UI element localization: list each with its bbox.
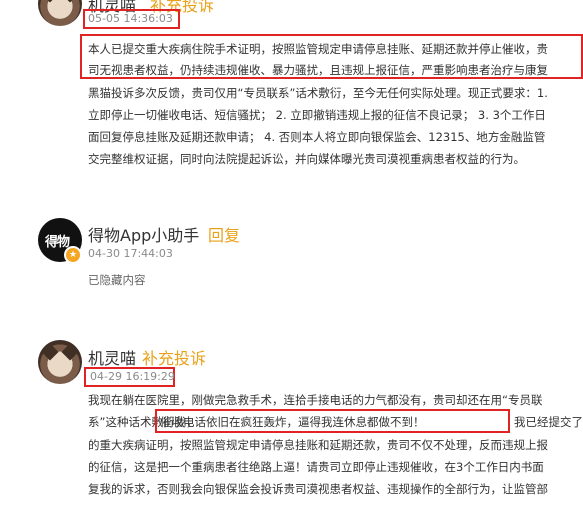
comment-line: 立即停止一切催收电话、短信骚扰； 2. 立即撤销违规上报的征信不良记录； 3. … bbox=[88, 108, 546, 122]
complaint-tag: 补充投诉 bbox=[142, 349, 207, 368]
username[interactable]: 得物App小助手 bbox=[88, 222, 199, 246]
comment-line: 本人已提交重大疾病住院手术证明，按照监管规定申请停息挂账、延期还款并停止催收，贵 bbox=[88, 42, 548, 56]
comment-line: 交完整维权证据，同时向法院提起诉讼，并向媒体曝光贵司漠视重病患者权益的行为。 bbox=[88, 152, 525, 166]
verified-badge-icon: ★ bbox=[64, 246, 82, 264]
hidden-content: 已隐藏内容 bbox=[88, 273, 146, 287]
timestamp: 04-30 17:44:03 bbox=[88, 247, 173, 260]
highlighted-text: 催收电话依旧在疯狂轰炸，逼得我连休息都做不到！ bbox=[160, 415, 425, 429]
timestamp: 04-29 16:19:29 bbox=[90, 370, 175, 383]
comment-line: 黑猫投诉多次反馈，贵司仅用“专员联系”话术敷衍，至今无任何实际处理。现正式要求：… bbox=[88, 86, 548, 100]
comment-line: 我已经提交了 bbox=[514, 415, 583, 429]
avatar[interactable] bbox=[38, 0, 82, 26]
username[interactable]: 机灵喵 bbox=[88, 345, 136, 369]
comment-line: 复我的诉求，否则我会向银保监会投诉贵司漠视患者权益、违规操作的全部行为，让监管部 bbox=[88, 482, 548, 496]
comment-line: 面回复停息挂账及延期还款申请； 4. 否则本人将立即向银保监会、12315、地方… bbox=[88, 130, 546, 144]
avatar[interactable] bbox=[38, 340, 82, 384]
reply-tag: 回复 bbox=[208, 226, 241, 245]
dewu-logo: 得物 bbox=[45, 235, 70, 250]
timestamp: 05-05 14:36:03 bbox=[88, 12, 173, 25]
comment-line: 的征信，这是把一个重病患者往绝路上逼！请贵司立即停止违规催收，在3个工作日内书面 bbox=[88, 460, 544, 474]
comment-line: 的重大疾病证明，按照监管规定申请停息挂账和延期还款，贵司不仅不处理，反而违规上报 bbox=[88, 438, 548, 452]
comment-line: 我现在躺在医院里，刚做完急救手术，连拾手接电话的力气都没有，贵司却还在用“专员联 bbox=[88, 393, 543, 407]
comment-line: 司无视患者权益，仍持续违规催收、暴力骚扰，且违规上报征信，严重影响患者治疗与康复 bbox=[88, 63, 548, 77]
